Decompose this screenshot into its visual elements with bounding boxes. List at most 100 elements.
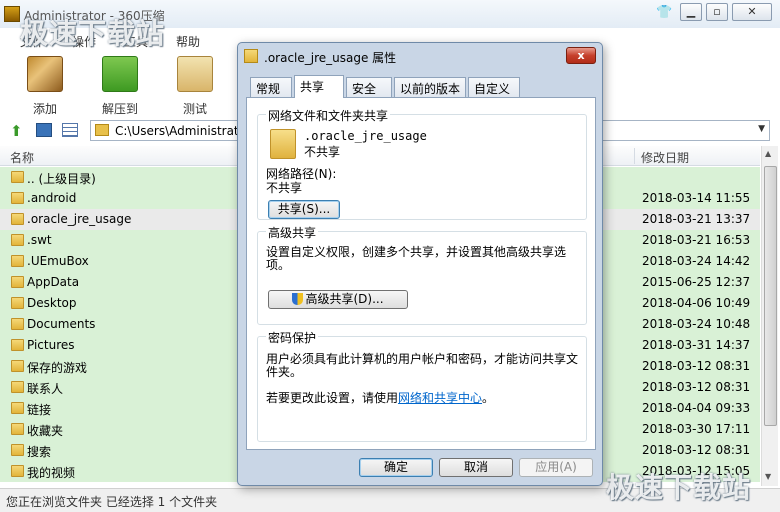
folder-icon (11, 465, 24, 477)
tab-customize[interactable]: 自定义 (468, 77, 520, 97)
file-name: 我的视频 (27, 466, 76, 480)
password-protection-group: 密码保护 用户必须具有此计算机的用户帐户和密码，才能访问共享文件夹。 若要更改此… (257, 329, 587, 442)
modified-date: 2018-03-14 11:55 (642, 191, 751, 205)
folder-icon (11, 255, 24, 267)
modified-date: 2018-03-24 14:42 (642, 254, 751, 268)
modified-date: 2018-03-21 16:53 (642, 233, 751, 247)
network-path-value: 不共享 (266, 181, 303, 195)
folder-icon (11, 171, 24, 183)
modified-date: 2018-03-12 08:31 (642, 380, 751, 394)
extract-label: 解压到 (101, 102, 138, 116)
test-label: 测试 (182, 102, 207, 116)
sharing-panel: 网络文件和文件夹共享 .oracle_jre_usage 不共享 网络路径(N)… (246, 97, 596, 450)
change-setting-text: 若要更改此设置，请使用网络和共享中心。 (266, 389, 494, 406)
scroll-down-icon[interactable]: ▼ (765, 472, 771, 481)
dialog-title-bar: .oracle_jre_usage 属性 x (238, 43, 602, 71)
dialog-title: .oracle_jre_usage 属性 (264, 51, 397, 65)
file-name: 链接 (27, 403, 52, 417)
folder-icon (11, 339, 24, 351)
advanced-share-group: 高级共享 设置自定义权限，创建多个共享，并设置其他高级共享选项。 高级共享(D)… (257, 224, 587, 325)
file-name: .swt (27, 233, 52, 247)
folder-icon (11, 192, 24, 204)
folder-icon (11, 402, 24, 414)
menu-help[interactable]: 帮助 (176, 33, 200, 50)
file-name: .UEmuBox (27, 254, 89, 268)
tab-sharing[interactable]: 共享 (294, 75, 344, 98)
group-title: 密码保护 (266, 329, 319, 346)
column-divider[interactable] (634, 148, 635, 164)
watermark-top: 极速下载站 (20, 17, 166, 50)
folder-icon (11, 318, 24, 330)
thumbnail-view-icon[interactable] (36, 123, 52, 137)
skin-icon[interactable]: 👕 (656, 5, 672, 20)
extract-button[interactable]: 解压到 (92, 56, 148, 118)
modified-date: 2018-03-12 08:31 (642, 359, 751, 373)
extract-icon (102, 56, 138, 92)
status-text: 您正在浏览文件夹 已经选择 1 个文件夹 (6, 495, 218, 509)
address-path: C:\Users\Administrator (115, 124, 251, 138)
file-name: 联系人 (27, 382, 64, 396)
add-archive-icon (27, 56, 63, 92)
up-arrow-icon[interactable]: ⬆ (10, 122, 23, 140)
close-window-button[interactable]: ✕ (732, 3, 772, 21)
folder-icon (244, 49, 258, 63)
folder-share-state: 不共享 (304, 145, 341, 159)
advanced-share-button[interactable]: 高级共享(D)... (268, 290, 408, 309)
folder-icon (11, 444, 24, 456)
file-name: Documents (27, 317, 96, 331)
file-name: .oracle_jre_usage (27, 212, 132, 226)
tab-general[interactable]: 常规 (250, 77, 292, 97)
folder-icon (11, 276, 24, 288)
group-title: 高级共享 (266, 224, 319, 241)
list-view-icon[interactable] (62, 123, 78, 137)
ok-button[interactable]: 确定 (359, 458, 433, 477)
apply-button[interactable]: 应用(A) (519, 458, 593, 477)
watermark-bottom: 极速下载站 (606, 471, 752, 504)
change-setting-prefix: 若要更改此设置，请使用 (266, 391, 399, 405)
cancel-button[interactable]: 取消 (439, 458, 513, 477)
folder-large-icon (270, 129, 296, 159)
modified-date: 2018-03-21 13:37 (642, 212, 751, 226)
folder-name: .oracle_jre_usage (304, 129, 427, 143)
tab-security[interactable]: 安全 (346, 77, 392, 97)
test-icon (177, 56, 213, 92)
modified-date: 2018-03-24 10:48 (642, 317, 751, 331)
folder-icon (11, 213, 24, 225)
change-setting-suffix: 。 (482, 391, 495, 405)
folder-icon (11, 297, 24, 309)
folder-icon (11, 381, 24, 393)
column-date[interactable]: 修改日期 (641, 149, 689, 166)
file-name: AppData (27, 275, 80, 289)
column-name[interactable]: 名称 (10, 149, 34, 166)
test-button[interactable]: 测试 (167, 56, 223, 118)
file-name: 保存的游戏 (27, 361, 88, 375)
folder-icon (11, 423, 24, 435)
chevron-down-icon[interactable]: ▼ (758, 124, 765, 134)
folder-icon (11, 234, 24, 246)
tab-strip: 常规 共享 安全 以前的版本 自定义 (246, 75, 596, 98)
modified-date: 2018-04-06 10:49 (642, 296, 751, 310)
group-title: 网络文件和文件夹共享 (266, 107, 391, 124)
vertical-scrollbar[interactable]: ▲ ▼ (761, 146, 778, 486)
modified-date: 2018-04-04 09:33 (642, 401, 751, 415)
scroll-up-icon[interactable]: ▲ (765, 149, 771, 158)
app-icon (4, 6, 20, 22)
advanced-share-label: 高级共享(D)... (305, 292, 384, 306)
network-center-link[interactable]: 网络和共享中心 (398, 391, 482, 405)
file-name: .android (27, 191, 77, 205)
tab-previous-versions[interactable]: 以前的版本 (394, 77, 466, 97)
modified-date: 2018-03-31 14:37 (642, 338, 751, 352)
scroll-thumb[interactable] (764, 166, 777, 426)
modified-date: 2018-03-12 08:31 (642, 443, 751, 457)
properties-dialog: .oracle_jre_usage 属性 x 常规 共享 安全 以前的版本 自定… (237, 42, 603, 486)
share-button[interactable]: 共享(S)... (268, 200, 340, 219)
network-share-group: 网络文件和文件夹共享 .oracle_jre_usage 不共享 网络路径(N)… (257, 107, 587, 220)
minimize-button[interactable]: ▁ (680, 3, 702, 21)
add-button[interactable]: 添加 (17, 56, 73, 118)
modified-date: 2015-06-25 12:37 (642, 275, 751, 289)
file-name: Pictures (27, 338, 75, 352)
dialog-close-button[interactable]: x (566, 47, 596, 64)
maximize-button[interactable]: ▫ (706, 3, 728, 21)
uac-shield-icon (292, 293, 304, 305)
file-name: 收藏夹 (27, 424, 64, 438)
